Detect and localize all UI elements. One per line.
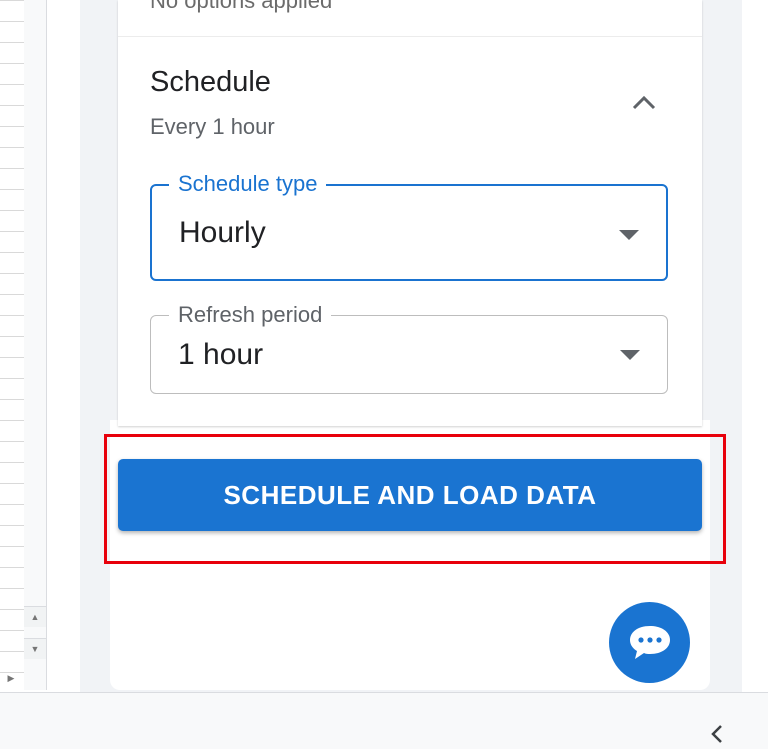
options-summary: No options applied [150, 0, 333, 13]
schedule-type-select[interactable]: Schedule type Hourly [150, 171, 668, 281]
chevron-up-icon[interactable] [632, 92, 656, 112]
options-card: No options applied Schedule Every 1 hour… [118, 0, 702, 426]
schedule-and-load-data-button[interactable]: SCHEDULE AND LOAD DATA [118, 459, 702, 531]
schedule-summary: Every 1 hour [150, 114, 275, 139]
chevron-left-icon[interactable] [708, 724, 726, 744]
scroll-down-button[interactable]: ▼ [24, 638, 46, 659]
dropdown-arrow-icon [620, 350, 640, 360]
scroll-left-button[interactable]: ▶ [0, 668, 22, 688]
refresh-period-select[interactable]: Refresh period 1 hour [150, 302, 668, 394]
schedule-type-label: Schedule type [169, 171, 327, 197]
chat-bubble-icon [629, 625, 670, 659]
schedule-type-value: Hourly [179, 216, 266, 249]
scroll-up-button[interactable]: ▲ [24, 606, 46, 627]
spreadsheet-scrollbar-track [24, 0, 47, 690]
spreadsheet-grid [0, 0, 25, 690]
refresh-period-label: Refresh period [169, 302, 332, 328]
divider [118, 36, 702, 37]
refresh-period-value: 1 hour [178, 338, 264, 371]
bottom-bar [0, 692, 768, 749]
chat-button[interactable] [609, 602, 690, 683]
schedule-title: Schedule [150, 66, 271, 98]
dropdown-arrow-icon [619, 230, 639, 240]
